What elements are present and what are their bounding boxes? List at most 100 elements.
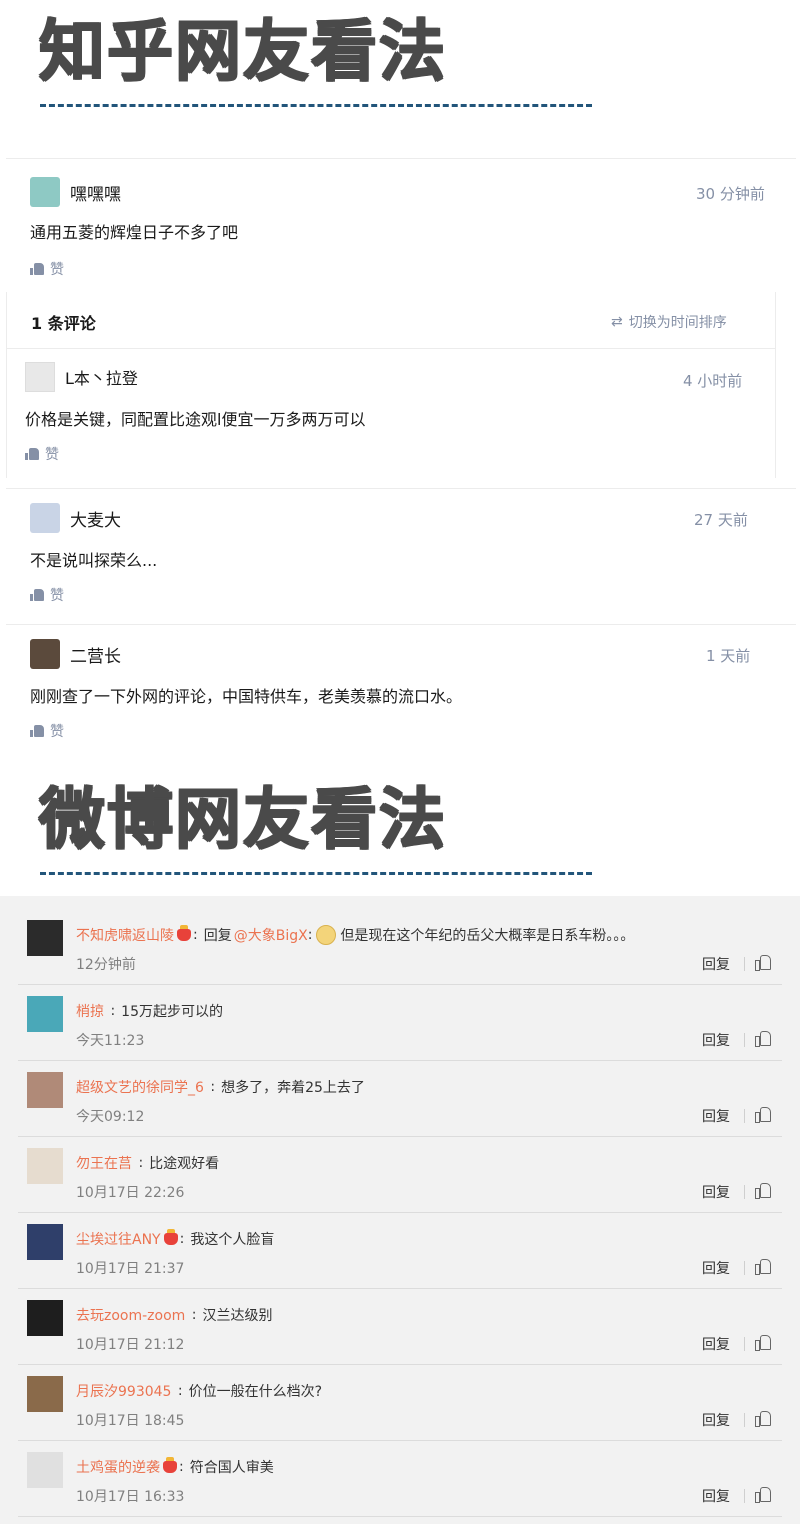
comment-author[interactable]: 勿王在莒 (76, 1153, 132, 1173)
comment-time: 10月17日 22:26 (76, 1185, 185, 1201)
reply-button[interactable]: 回复 (702, 954, 730, 974)
comment-text: 汉兰达级别 (202, 1308, 273, 1324)
sort-toggle-button[interactable]: ⇄ 切换为时间排序 (611, 312, 727, 332)
comment-text: 15万起步可以的 (121, 1004, 223, 1020)
comment-text-continued: 但是现在这个年纪的岳父大概率是日系车粉。。。 (340, 928, 635, 944)
comment-author[interactable]: 月辰汐993045 (76, 1381, 171, 1401)
thumb-up-icon (25, 448, 39, 460)
like-icon[interactable] (755, 1486, 771, 1503)
list-item: 勿王在莒 : 比途观好看 10月17日 22:26 回复 (18, 1136, 782, 1213)
comment-time: 10月17日 21:37 (76, 1261, 185, 1277)
reply-button[interactable]: 回复 (702, 1106, 730, 1126)
divider (744, 1261, 745, 1275)
zhihu-comment: 嘿嘿嘿 30 分钟前 通用五菱的辉煌日子不多了吧 赞 (6, 158, 796, 291)
comment-text: 想多了，奔着25上去了 (221, 1080, 365, 1096)
comment-time: 12分钟前 (76, 957, 136, 973)
avatar[interactable] (27, 1224, 63, 1260)
like-button[interactable]: 赞 (25, 444, 59, 464)
thumb-up-icon (30, 263, 44, 275)
comment-text: 比途观好看 (149, 1156, 220, 1172)
vip-crown-icon (163, 1229, 178, 1245)
reply-button[interactable]: 回复 (702, 1258, 730, 1278)
comment-author[interactable]: 大麦大 (70, 506, 121, 531)
avatar[interactable] (27, 996, 63, 1032)
like-icon[interactable] (755, 1182, 771, 1199)
zhihu-title-underline (40, 104, 592, 107)
like-icon[interactable] (755, 1334, 771, 1351)
comment-time: 30 分钟前 (696, 185, 765, 203)
avatar[interactable] (30, 639, 60, 669)
avatar[interactable] (27, 1376, 63, 1412)
divider (744, 1109, 745, 1123)
comment-text: 符合国人审美 (189, 1460, 274, 1476)
thumb-up-icon (30, 725, 44, 737)
comment-author[interactable]: 尘埃过往ANY (76, 1229, 161, 1249)
vip-crown-icon (163, 1457, 177, 1473)
avatar[interactable] (27, 1148, 63, 1184)
list-item: 尘埃过往ANY : 我这个人脸盲 10月17日 21:37 回复 (18, 1212, 782, 1289)
reply-button[interactable]: 回复 (702, 1030, 730, 1050)
comment-author[interactable]: 二营长 (70, 642, 121, 667)
comment-author[interactable]: 梢掠 (76, 1001, 104, 1021)
list-item: 梢掠 : 15万起步可以的 今天11:23 回复 (18, 984, 782, 1061)
reply-button[interactable]: 回复 (702, 1334, 730, 1354)
comment-time: 10月17日 21:12 (76, 1337, 185, 1353)
comment-author[interactable]: 不知虎啸返山陵 (76, 925, 174, 945)
like-button[interactable]: 赞 (30, 721, 64, 741)
avatar[interactable] (30, 503, 60, 533)
weibo-comment-list: 不知虎啸返山陵 : 回复 @大象BigX : 但是现在这个年纪的岳父大概率是日系… (0, 896, 800, 1524)
list-item: 超级文艺的徐同学_6 : 想多了，奔着25上去了 今天09:12 回复 (18, 1060, 782, 1137)
divider (744, 1185, 745, 1199)
divider (744, 1033, 745, 1047)
avatar[interactable] (27, 1072, 63, 1108)
emoji-icon (316, 925, 337, 945)
like-button[interactable]: 赞 (30, 585, 64, 605)
avatar[interactable] (25, 362, 55, 392)
avatar[interactable] (27, 1300, 63, 1336)
list-item: 不知虎啸返山陵 : 回复 @大象BigX : 但是现在这个年纪的岳父大概率是日系… (18, 908, 782, 985)
comment-author[interactable]: 土鸡蛋的逆袭 (76, 1457, 160, 1477)
divider (744, 1489, 745, 1503)
comment-text: 价格是关键，同配置比途观l便宜一万多两万可以 (25, 410, 366, 429)
zhihu-sub-comments: 1 条评论 ⇄ 切换为时间排序 L本丶拉登 4 小时前 价格是关键，同配置比途观… (6, 292, 776, 478)
zhihu-comment: 二营长 1 天前 刚刚查了一下外网的评论，中国特供车，老美羡慕的流口水。 赞 (6, 624, 796, 745)
comment-time: 今天09:12 (76, 1109, 145, 1125)
comment-time: 10月17日 16:33 (76, 1489, 185, 1505)
reply-button[interactable]: 回复 (702, 1182, 730, 1202)
zhihu-section-title: 知乎网友看法 (38, 12, 446, 89)
comment-text: 价位一般在什么档次? (188, 1384, 323, 1400)
comment-text: 通用五菱的辉煌日子不多了吧 (30, 223, 239, 242)
comment-author[interactable]: L本丶拉登 (65, 365, 138, 389)
comment-author[interactable]: 超级文艺的徐同学_6 (76, 1077, 204, 1097)
avatar[interactable] (30, 177, 60, 207)
comment-author[interactable]: 去玩zoom-zoom (76, 1305, 185, 1325)
divider (744, 957, 745, 971)
like-icon[interactable] (755, 954, 771, 971)
like-icon[interactable] (755, 1258, 771, 1275)
like-icon[interactable] (755, 1030, 771, 1047)
divider (744, 1337, 745, 1351)
divider (744, 1413, 745, 1427)
comment-time: 1 天前 (706, 647, 751, 665)
avatar[interactable] (27, 1452, 63, 1488)
list-item: 月辰汐993045 : 价位一般在什么档次? 10月17日 18:45 回复 (18, 1364, 782, 1441)
mention-link[interactable]: @大象BigX (234, 925, 308, 945)
reply-button[interactable]: 回复 (702, 1410, 730, 1430)
like-icon[interactable] (755, 1410, 771, 1427)
weibo-title-underline (40, 872, 592, 875)
swap-icon: ⇄ (611, 314, 623, 330)
like-icon[interactable] (755, 1106, 771, 1123)
weibo-section-title: 微博网友看法 (38, 780, 446, 857)
comment-text: 不是说叫探荣么... (30, 551, 158, 570)
vip-crown-icon (177, 925, 191, 941)
comment-author[interactable]: 嘿嘿嘿 (70, 180, 121, 205)
zhihu-comment: 大麦大 27 天前 不是说叫探荣么... 赞 (6, 488, 796, 617)
list-item: 去玩zoom-zoom : 汉兰达级别 10月17日 21:12 回复 (18, 1288, 782, 1365)
thumb-up-icon (30, 589, 44, 601)
comment-time: 今天11:23 (76, 1033, 145, 1049)
reply-button[interactable]: 回复 (702, 1486, 730, 1506)
sub-comment-count: 1 条评论 (31, 314, 96, 333)
avatar[interactable] (27, 920, 63, 956)
like-button[interactable]: 赞 (30, 259, 64, 279)
comment-time: 4 小时前 (683, 372, 743, 390)
